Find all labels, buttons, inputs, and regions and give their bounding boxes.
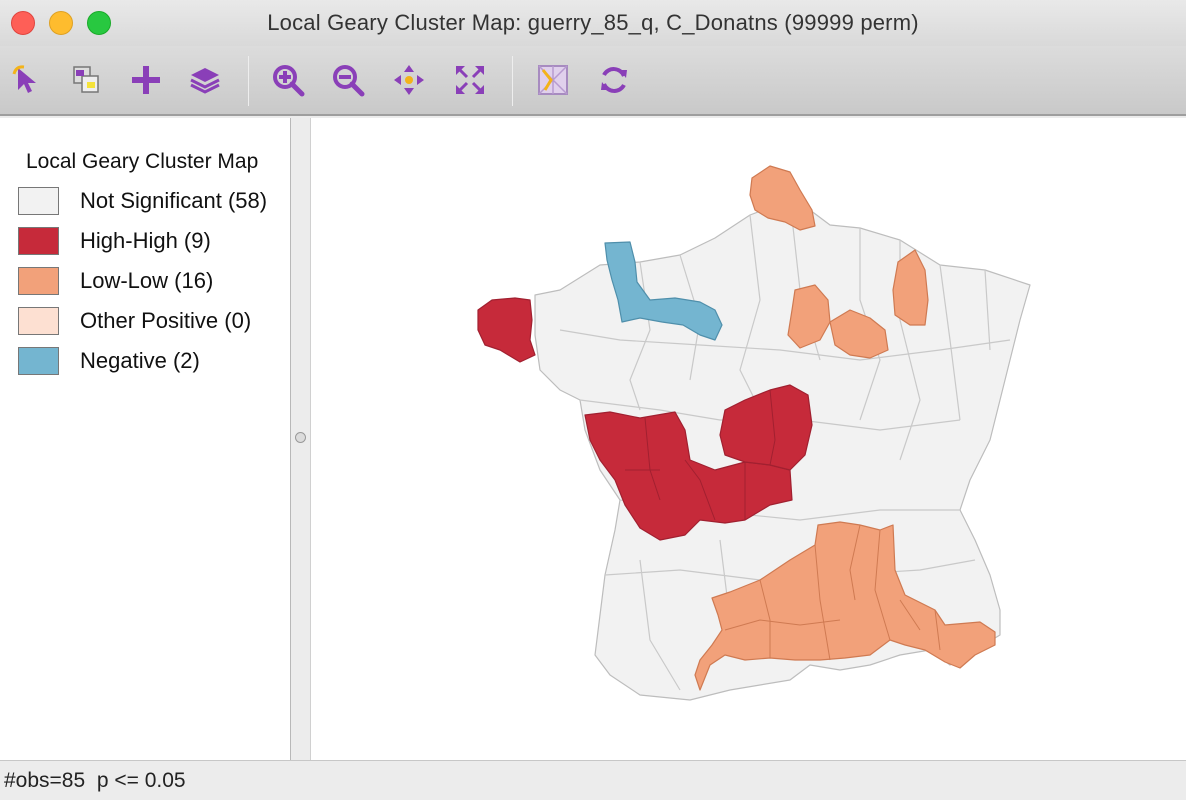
zoom-out-icon: [333, 65, 365, 97]
legend-item-negative[interactable]: Negative (2): [18, 346, 290, 376]
legend-item-other-positive[interactable]: Other Positive (0): [18, 306, 290, 336]
zoom-out-button[interactable]: [328, 60, 368, 100]
basemap-icon: [538, 65, 568, 95]
legend-title: Local Geary Cluster Map: [26, 150, 259, 173]
copy-map-icon: [73, 66, 99, 93]
add-button[interactable]: [126, 60, 166, 100]
map-canvas[interactable]: [311, 118, 1186, 760]
plus-icon: [132, 66, 160, 94]
pan-button[interactable]: [389, 60, 429, 100]
status-bar: #obs=85 p <= 0.05: [0, 760, 1186, 800]
status-text: #obs=85 p <= 0.05: [4, 769, 186, 792]
full-extent-icon: [456, 66, 484, 94]
legend-item-not-significant[interactable]: Not Significant (58): [18, 186, 290, 216]
toolbar-separator: [512, 56, 513, 106]
zoom-in-button[interactable]: [268, 60, 308, 100]
legend-item-label: High-High (9): [80, 228, 211, 253]
france-map[interactable]: [311, 118, 1186, 760]
legend-item-label: Low-Low (16): [80, 268, 214, 293]
select-tool-button[interactable]: [8, 60, 48, 100]
title-bar: Local Geary Cluster Map: guerry_85_q, C_…: [0, 0, 1186, 46]
arrow-pointer-icon: [12, 65, 36, 93]
legend-item-low-low[interactable]: Low-Low (16): [18, 266, 290, 296]
zoom-in-icon: [273, 65, 305, 97]
refresh-icon: [601, 67, 627, 93]
legend-swatch: [18, 347, 59, 375]
legend-item-label: Negative (2): [80, 348, 200, 373]
map-region-high-high-brittany[interactable]: [477, 297, 536, 363]
toolbar: [0, 46, 1186, 116]
minimize-window-button[interactable]: [49, 11, 73, 35]
basemap-button[interactable]: [533, 60, 573, 100]
layers-icon: [190, 68, 220, 94]
maximize-window-button[interactable]: [87, 11, 111, 35]
pan-arrows-icon: [394, 65, 424, 95]
legend-panel: Local Geary Cluster Map Not Significant …: [0, 118, 291, 760]
close-window-button[interactable]: [11, 11, 35, 35]
legend-item-label: Not Significant (58): [80, 188, 268, 213]
legend-item-high-high[interactable]: High-High (9): [18, 226, 290, 256]
window-title: Local Geary Cluster Map: guerry_85_q, C_…: [267, 10, 919, 35]
legend-swatch: [18, 187, 59, 215]
toolbar-separator: [248, 56, 249, 106]
full-extent-button[interactable]: [450, 60, 490, 100]
legend-swatch: [18, 307, 59, 335]
pane-splitter[interactable]: [291, 118, 311, 760]
legend-item-label: Other Positive (0): [80, 308, 252, 333]
map-copy-button[interactable]: [66, 60, 106, 100]
refresh-button[interactable]: [594, 60, 634, 100]
legend-swatch: [18, 267, 59, 295]
legend-swatch: [18, 227, 59, 255]
layers-button[interactable]: [185, 60, 225, 100]
splitter-handle[interactable]: [295, 432, 306, 443]
